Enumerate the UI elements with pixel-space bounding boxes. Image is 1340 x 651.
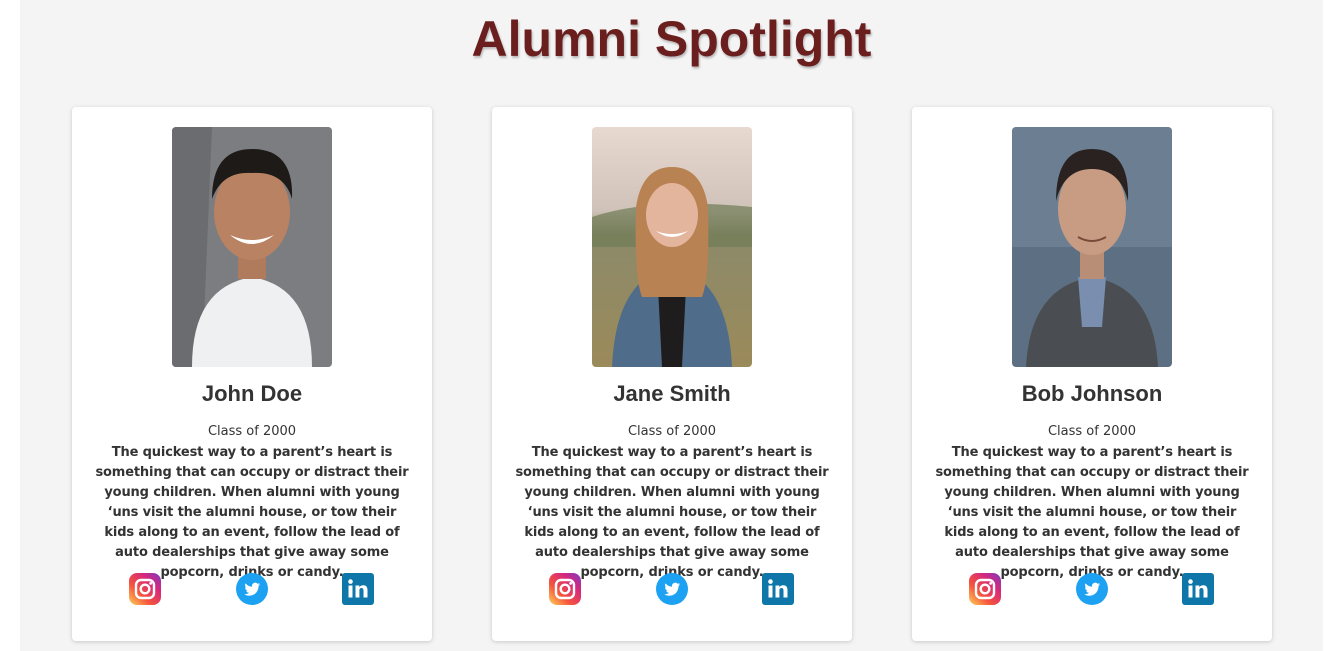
- alumni-name: Bob Johnson: [1021, 381, 1163, 406]
- alumni-photo: [1012, 127, 1172, 367]
- alumni-photo: [172, 127, 332, 367]
- alumni-name: Jane Smith: [613, 381, 731, 406]
- linkedin-icon[interactable]: [762, 573, 794, 605]
- alumni-photo: [592, 127, 752, 367]
- page-title: Alumni Spotlight: [471, 11, 872, 67]
- alumni-class-year: Class of 2000: [627, 424, 717, 439]
- instagram-icon[interactable]: [549, 573, 581, 605]
- instagram-icon[interactable]: [129, 573, 161, 605]
- alumni-card: Bob Johnson Class of 2000 The quickest w…: [912, 107, 1272, 641]
- alumni-bio: The quickest way to a parent’s heart is …: [95, 445, 409, 580]
- alumni-class-year: Class of 2000: [207, 424, 297, 439]
- instagram-icon[interactable]: [969, 573, 1001, 605]
- linkedin-icon[interactable]: [342, 573, 374, 605]
- alumni-spotlight-section: Alumni Spotlight John Doe Class of 2000 …: [20, 0, 1323, 651]
- alumni-class-year: Class of 2000: [1047, 424, 1137, 439]
- alumni-card: John Doe Class of 2000 The quickest way …: [72, 107, 432, 641]
- alumni-bio: The quickest way to a parent’s heart is …: [515, 445, 829, 580]
- alumni-card: Jane Smith Class of 2000 The quickest wa…: [492, 107, 852, 641]
- linkedin-icon[interactable]: [1182, 573, 1214, 605]
- alumni-name: John Doe: [201, 381, 303, 406]
- twitter-icon[interactable]: [236, 573, 268, 605]
- alumni-bio: The quickest way to a parent’s heart is …: [935, 445, 1249, 580]
- twitter-icon[interactable]: [656, 573, 688, 605]
- twitter-icon[interactable]: [1076, 573, 1108, 605]
